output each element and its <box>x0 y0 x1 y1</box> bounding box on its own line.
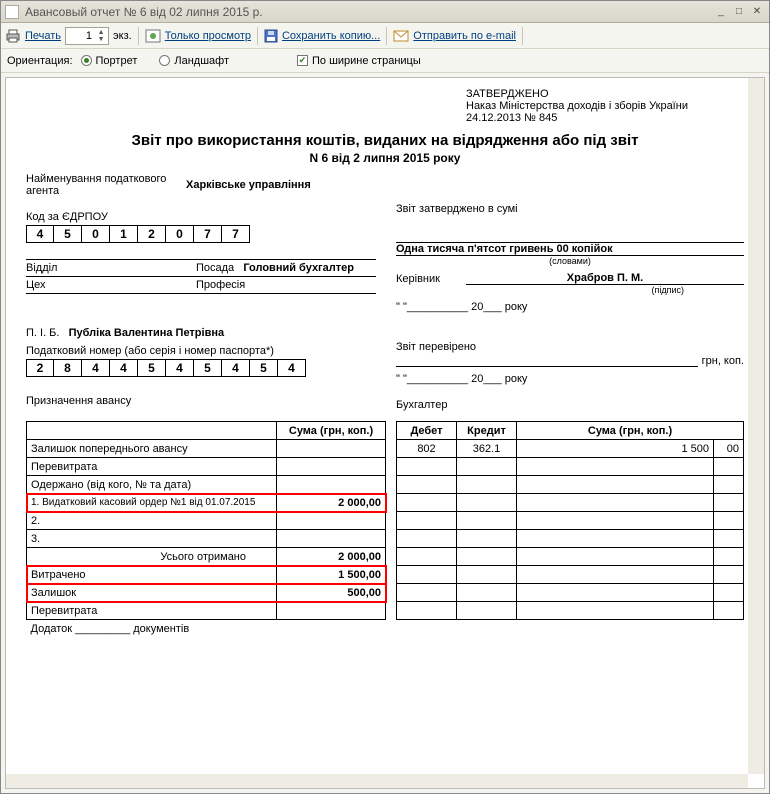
check-icon: ✔ <box>297 55 308 66</box>
code-cell: 0 <box>166 225 194 243</box>
portrait-radio[interactable]: Портрет <box>81 55 138 67</box>
code-cell: 1 <box>110 225 138 243</box>
window-title: Авансовый отчет № 6 від 02 липня 2015 р. <box>25 5 713 19</box>
code-cell: 8 <box>54 359 82 377</box>
code-cell: 4 <box>26 225 54 243</box>
send-email-button[interactable]: Отправить по e-mail <box>413 30 516 42</box>
doc-icon <box>5 5 19 19</box>
app-window: Авансовый отчет № 6 від 02 липня 2015 р.… <box>0 0 770 794</box>
titlebar: Авансовый отчет № 6 від 02 липня 2015 р.… <box>1 1 769 23</box>
spin-up[interactable]: ▲ <box>96 29 106 36</box>
maximize-button[interactable]: □ <box>731 5 747 19</box>
document-area: ЗАТВЕРДЖЕНО Наказ Міністерства доходів і… <box>5 77 765 789</box>
edrpou-label: Код за ЄДРПОУ <box>26 211 376 223</box>
copies-suffix: экз. <box>113 30 132 42</box>
fit-width-check[interactable]: ✔ По ширине страницы <box>297 55 421 67</box>
landscape-radio[interactable]: Ландшафт <box>159 55 229 67</box>
horizontal-scrollbar[interactable] <box>6 774 748 788</box>
orientation-label: Ориентация: <box>7 55 73 67</box>
code-cell: 5 <box>138 359 166 377</box>
code-cell: 4 <box>278 359 306 377</box>
code-cell: 7 <box>194 225 222 243</box>
print-button[interactable]: Печать <box>25 30 61 42</box>
amount-words: Одна тисяча п'ятсот гривень 00 копійок <box>396 243 744 256</box>
agent-name: Харківське управління <box>186 179 311 191</box>
tax-number: 2844545454 <box>26 359 376 377</box>
vertical-scrollbar[interactable] <box>748 78 764 774</box>
printer-icon <box>5 28 21 44</box>
code-cell: 4 <box>222 359 250 377</box>
code-cell: 4 <box>110 359 138 377</box>
doc-subtitle: N 6 від 2 липня 2015 року <box>26 151 744 165</box>
code-cell: 4 <box>82 359 110 377</box>
report-page: ЗАТВЕРДЖЕНО Наказ Міністерства доходів і… <box>6 78 764 658</box>
edrpou-code: 45012077 <box>26 225 376 243</box>
mail-icon <box>393 30 409 42</box>
toolbar: Печать ▲ ▼ экз. Только просмотр Сохранит… <box>1 23 769 49</box>
code-cell: 5 <box>194 359 222 377</box>
agent-label: Найменування податкового агента <box>26 173 176 197</box>
code-cell: 0 <box>82 225 110 243</box>
code-cell: 5 <box>250 359 278 377</box>
approval-block: ЗАТВЕРДЖЕНО Наказ Міністерства доходів і… <box>466 88 744 124</box>
advance-table: Сума (грн, коп.) Залишок попереднього ав… <box>26 421 386 638</box>
disk-icon <box>264 29 278 43</box>
code-cell: 5 <box>54 225 82 243</box>
copies-input[interactable] <box>68 29 94 43</box>
close-button[interactable]: ✕ <box>749 5 765 19</box>
doc-title: Звіт про використання коштів, виданих на… <box>26 132 744 149</box>
preview-icon <box>145 29 161 43</box>
code-cell: 7 <box>222 225 250 243</box>
radio-icon <box>81 55 92 66</box>
radio-icon <box>159 55 170 66</box>
code-cell: 2 <box>26 359 54 377</box>
preview-button[interactable]: Только просмотр <box>165 30 251 42</box>
spin-down[interactable]: ▼ <box>96 36 106 43</box>
code-cell: 2 <box>138 225 166 243</box>
orientation-bar: Ориентация: Портрет Ландшафт ✔ По ширине… <box>1 49 769 73</box>
minimize-button[interactable]: _ <box>713 5 729 19</box>
save-copy-button[interactable]: Сохранить копию... <box>282 30 380 42</box>
sum-approved-label: Звіт затверджено в сумі <box>396 203 744 215</box>
copies-spinner[interactable]: ▲ ▼ <box>65 27 109 45</box>
code-cell: 4 <box>166 359 194 377</box>
date-line: " "__________ 20___ року <box>396 301 744 313</box>
accounting-table: Дебет Кредит Сума (грн, коп.) 802 362.1 … <box>396 421 744 620</box>
